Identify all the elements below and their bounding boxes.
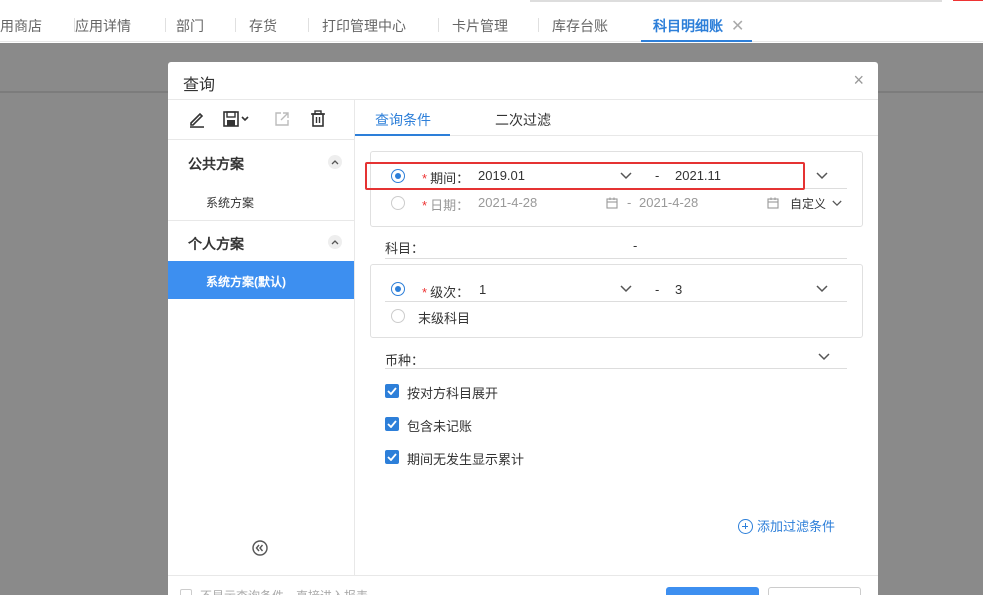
collapse-panel-icon[interactable] [252,540,268,556]
tab-separator [538,18,539,32]
tab-label: 应用详情 [75,18,131,34]
tab-subject-detail[interactable]: 科目明细账 ✕ [641,8,753,42]
tab-separator [308,18,309,32]
checkbox-label: 期间无发生显示累计 [407,452,525,467]
subject-underline[interactable] [385,258,847,259]
section-label: 个人方案 [188,236,244,252]
cancel-button[interactable] [768,587,861,595]
checkbox-label: 包含未记账 [407,419,473,434]
subject-label: 科目： [385,241,425,256]
scheme-item-system-default[interactable]: 系统方案(默认) [168,261,354,299]
active-tab-underline [355,134,450,136]
tab-app-store[interactable]: 用商店 [0,8,42,42]
date-mode-select[interactable]: 自定义 [790,195,826,212]
chevron-down-icon[interactable] [816,285,828,293]
tab-stock-ledger[interactable]: 库存台账 [538,8,608,42]
calendar-icon[interactable] [606,197,618,209]
level-underline [385,301,847,302]
currency-underline[interactable] [385,368,847,369]
required-mark: * [422,198,428,213]
chevron-down-icon[interactable] [620,285,632,293]
date-label: * 日期： [422,195,469,214]
subject-dash: - [633,238,638,253]
tab-label: 科目明细账 [653,18,723,34]
add-filter-button[interactable]: 添加过滤条件 [738,516,835,535]
tab-bar: 用商店 应用详情 部门 存货 打印管理中心 卡片管理 库存台账 科目明细账 ✕ [0,8,983,42]
delete-icon[interactable] [307,108,329,130]
tab-card-management[interactable]: 卡片管理 [438,8,508,42]
tab-close-icon[interactable]: ✕ [731,18,744,35]
chevron-up-icon[interactable] [328,235,342,249]
plus-circle-icon [738,519,753,534]
top-right-mark [953,0,983,3]
chevron-down-icon[interactable] [832,200,842,207]
level-label: * 级次： [422,282,469,301]
tab-department[interactable]: 部门 [165,8,204,42]
dialog-footer: 不显示查询条件，直接进入报表 [168,575,878,595]
skip-conditions-label: 不显示查询条件，直接进入报表 [200,587,368,595]
section-divider [168,220,354,221]
scheme-panel: 公共方案 系统方案 个人方案 系统方案(默认) [168,100,355,575]
close-icon[interactable]: × [853,70,864,91]
tab-separator [74,18,75,32]
add-filter-label: 添加过滤条件 [757,519,836,534]
top-strip [0,0,983,8]
tab-separator [165,18,166,32]
scheme-item-system[interactable]: 系统方案 [168,182,354,220]
calendar-icon[interactable] [767,197,779,209]
tab-label: 库存台账 [552,18,608,34]
chevron-down-icon[interactable] [818,353,830,361]
tab-label: 部门 [176,18,204,34]
section-label: 公共方案 [188,156,244,172]
tab-secondary-filter[interactable]: 二次过滤 [495,110,551,130]
top-scrollbar[interactable] [530,0,942,2]
level-to-value[interactable]: 3 [675,282,682,297]
tab-label: 存货 [249,18,277,34]
public-scheme-section[interactable]: 公共方案 [168,142,354,182]
skip-conditions-checkbox[interactable] [180,589,192,595]
expand-by-counter-subject-checkbox[interactable] [385,384,399,398]
personal-scheme-section[interactable]: 个人方案 [168,222,354,262]
tab-print-center[interactable]: 打印管理中心 [308,8,406,42]
condition-tabs: 查询条件 二次过滤 [355,100,878,136]
tab-separator [438,18,439,32]
currency-label: 币种： [385,353,425,368]
edit-icon[interactable] [186,108,208,130]
tab-app-detail[interactable]: 应用详情 [74,8,131,42]
tab-query-conditions[interactable]: 查询条件 [375,110,431,130]
include-unposted-checkbox[interactable] [385,417,399,431]
tab-label: 用商店 [0,18,42,34]
date-label-text: 日期： [430,198,470,213]
scheme-item-label: 系统方案(默认) [206,275,286,289]
tab-label: 卡片管理 [452,18,508,34]
confirm-button[interactable] [666,587,759,595]
level-radio[interactable] [391,282,405,296]
date-from-value[interactable]: 2021-4-28 [478,195,537,210]
export-icon[interactable] [271,108,293,130]
dialog-title: 查询 [183,77,216,94]
date-to-value[interactable]: 2021-4-28 [639,195,698,210]
scheme-item-label: 系统方案 [206,196,255,210]
level-dash: - [655,282,660,297]
level-label-text: 级次： [430,285,470,300]
checkbox-label: 按对方科目展开 [407,386,499,401]
tab-inventory[interactable]: 存货 [235,8,277,42]
chevron-up-icon[interactable] [328,155,342,169]
leaf-subject-label: 末级科目 [418,311,471,326]
scheme-toolbar [168,100,354,140]
tab-label: 打印管理中心 [322,18,406,34]
required-mark: * [422,285,428,300]
leaf-subject-radio[interactable] [391,309,405,323]
date-radio[interactable] [391,196,405,210]
save-icon[interactable] [220,108,256,130]
chevron-down-icon[interactable] [816,172,828,180]
period-highlight-box [365,162,805,190]
dialog-header: 查询 × [168,62,878,100]
show-cumulative-checkbox[interactable] [385,450,399,464]
date-dash: - [627,195,632,210]
tab-separator [235,18,236,32]
level-from-value[interactable]: 1 [479,282,486,297]
